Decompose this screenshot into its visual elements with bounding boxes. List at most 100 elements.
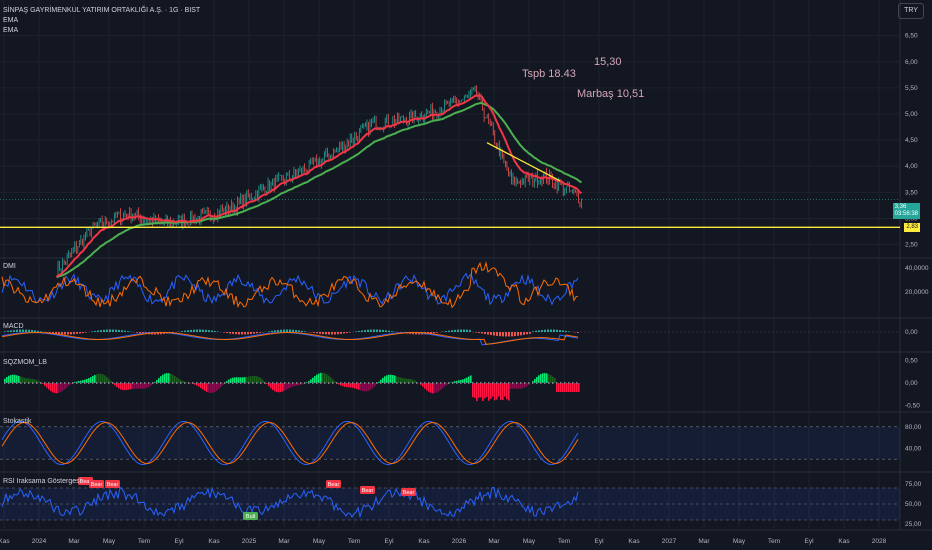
- time-axis-label: 2026: [452, 538, 467, 545]
- sqz-bar: [384, 376, 386, 383]
- sqz-zero-dot: [180, 382, 182, 384]
- sqz-bar: [290, 383, 292, 388]
- macd-hist-bar: [562, 330, 564, 332]
- sqz-bar: [18, 375, 20, 383]
- sqz-tick-label: -0,50: [905, 403, 920, 410]
- time-axis-label: Mar: [278, 538, 290, 545]
- sqz-zero-dot: [124, 382, 126, 384]
- macd-hist-bar: [274, 330, 276, 332]
- macd-hist-bar: [370, 329, 372, 332]
- ema-legend-2[interactable]: EMA: [3, 26, 18, 35]
- macd-hist-bar: [61, 332, 63, 335]
- rsi-pane-title[interactable]: RSI Iraksama Göstergesi: [3, 478, 81, 485]
- sqz-zero-dot: [432, 382, 434, 384]
- sqz-bar: [198, 383, 200, 387]
- sqzmom-pane-title[interactable]: SQZMOM_LB: [3, 359, 47, 366]
- sqz-bar: [66, 383, 68, 388]
- macd-hist-bar: [250, 332, 252, 335]
- sqz-bar: [102, 374, 104, 383]
- sqz-bar: [282, 383, 284, 392]
- sqz-zero-dot: [308, 382, 310, 384]
- macd-hist-bar: [13, 329, 15, 332]
- chart-title: SİNPAŞ GAYRİMENKUL YATIRIM ORTAKLIĞI A.Ş…: [3, 7, 201, 14]
- sqz-bar: [96, 374, 98, 383]
- rsi-label-text: Bear: [91, 482, 103, 488]
- sqz-bar: [366, 383, 368, 392]
- sqz-zero-dot: [240, 382, 242, 384]
- sqz-bar: [454, 381, 456, 383]
- sqz-zero-dot: [108, 382, 110, 384]
- sqz-zero-dot: [56, 382, 58, 384]
- macd-hist-bar: [319, 332, 321, 334]
- sqz-bar: [446, 383, 448, 385]
- dmi-pane-title[interactable]: DMI: [3, 263, 16, 270]
- sqz-bar: [178, 378, 180, 383]
- sqz-zero-dot: [560, 382, 562, 384]
- time-axis-label: Eyl: [174, 538, 184, 545]
- macd-hist-bar: [478, 332, 480, 333]
- sqz-bar: [546, 373, 548, 383]
- macd-hist-bar: [289, 329, 291, 332]
- sqz-zero-dot: [472, 382, 474, 384]
- sqz-zero-dot: [476, 382, 478, 384]
- macd-hist-bar: [103, 329, 105, 332]
- sqz-bar: [110, 380, 112, 383]
- sqz-bar: [50, 383, 52, 392]
- sqz-zero-dot: [492, 382, 494, 384]
- sqz-bar: [362, 383, 364, 392]
- sqz-zero-dot: [188, 382, 190, 384]
- sqz-bar: [52, 383, 54, 393]
- sqz-zero-dot: [404, 382, 406, 384]
- macd-hist-bar: [367, 329, 369, 332]
- sqz-bar: [252, 375, 254, 383]
- sqz-zero-dot: [384, 382, 386, 384]
- sqz-bar: [270, 383, 272, 389]
- sqz-bar: [350, 383, 352, 388]
- currency-button[interactable]: TRY: [898, 3, 924, 19]
- sqz-bar: [474, 383, 476, 398]
- macd-hist-bar: [226, 332, 228, 334]
- sqz-zero-dot: [52, 382, 54, 384]
- sqz-bar: [310, 379, 312, 383]
- stoch-pane-title[interactable]: Stokastik: [3, 418, 31, 425]
- macd-hist-bar: [535, 330, 537, 332]
- rsi-label-text: Bear: [362, 488, 374, 494]
- macd-hist-bar: [376, 329, 378, 332]
- sqz-bar: [550, 375, 552, 383]
- sqz-zero-dot: [136, 382, 138, 384]
- time-axis-label: 2027: [662, 538, 677, 545]
- chart-canvas[interactable]: 6,506,005,505,004,504,003,503,002,5040,0…: [0, 0, 932, 550]
- rsi-label-text: Bear: [328, 482, 340, 488]
- sqz-bar: [436, 383, 438, 393]
- sqz-zero-dot: [76, 382, 78, 384]
- sqz-zero-dot: [148, 382, 150, 384]
- sqz-bar: [378, 381, 380, 383]
- macd-pane-title[interactable]: MACD: [3, 323, 24, 330]
- sqz-zero-dot: [248, 382, 250, 384]
- macd-hist-bar: [436, 332, 438, 333]
- macd-hist-bar: [91, 331, 93, 332]
- macd-hist-bar: [541, 329, 543, 332]
- macd-hist-bar: [463, 329, 465, 332]
- sqz-bar: [34, 379, 36, 383]
- sqz-zero-dot: [28, 382, 30, 384]
- sqz-zero-dot: [104, 382, 106, 384]
- dmi-minus-line: [1, 260, 579, 309]
- macd-hist-bar: [505, 332, 507, 337]
- sqz-zero-dot: [256, 382, 258, 384]
- macd-hist-bar: [118, 329, 120, 332]
- sqz-bar: [164, 373, 166, 383]
- sqz-zero-dot: [392, 382, 394, 384]
- ema-legend-1[interactable]: EMA: [3, 16, 18, 25]
- macd-hist-bar: [544, 329, 546, 332]
- macd-hist-bar: [487, 332, 489, 335]
- sqz-bar: [16, 375, 18, 383]
- sqz-bar: [298, 383, 300, 386]
- sqz-bar: [368, 383, 370, 391]
- sqz-zero-dot: [380, 382, 382, 384]
- sqz-bar: [26, 378, 28, 383]
- macd-hist-bar: [184, 330, 186, 332]
- sqz-zero-dot: [204, 382, 206, 384]
- macd-hist-bar: [295, 330, 297, 332]
- sqz-zero-dot: [184, 382, 186, 384]
